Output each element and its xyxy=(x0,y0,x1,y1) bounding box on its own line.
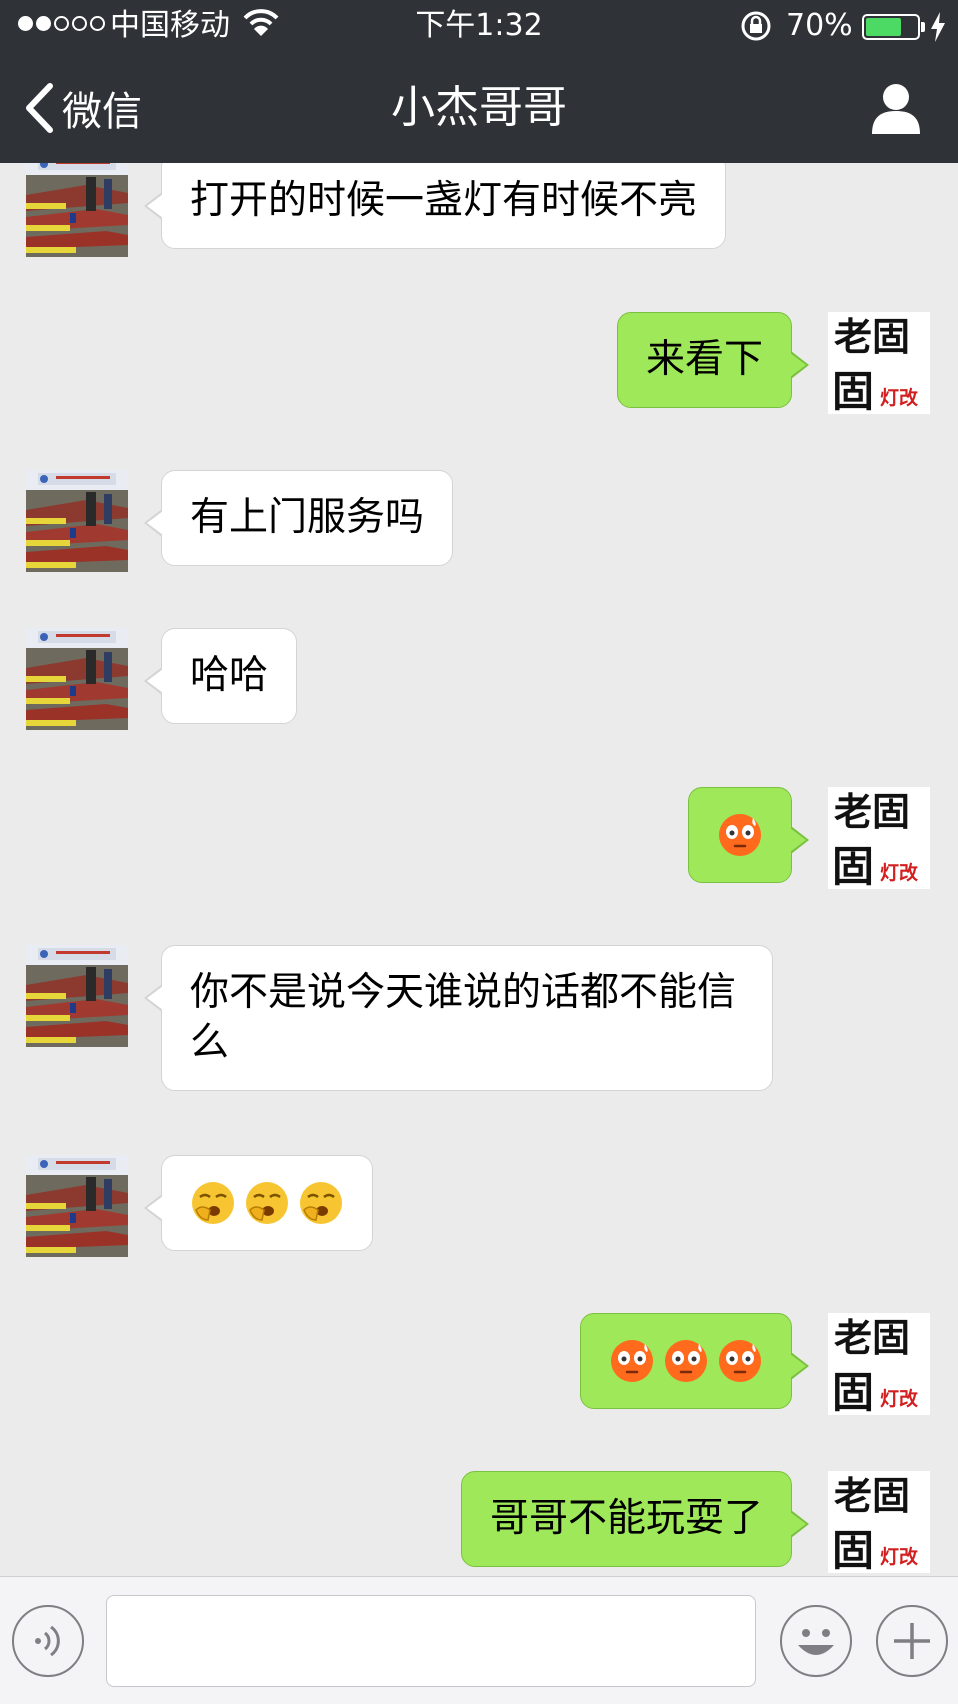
message-text: 来看下 xyxy=(645,337,763,382)
flushed-face-icon xyxy=(663,1338,709,1384)
peer-avatar[interactable] xyxy=(26,163,128,257)
nav-bar: 微信 小杰哥哥 xyxy=(0,52,958,163)
contact-profile-icon[interactable] xyxy=(868,80,924,136)
message-bubble[interactable] xyxy=(688,787,809,883)
charging-bolt-icon xyxy=(931,12,945,42)
voice-icon xyxy=(35,1625,60,1657)
message-text: 哈哈 xyxy=(190,653,269,698)
peer-avatar[interactable] xyxy=(26,628,128,730)
yawning-face-icon xyxy=(298,1180,344,1226)
chat-title: 小杰哥哥 xyxy=(391,82,567,133)
battery-tip xyxy=(921,22,925,32)
emoji-row xyxy=(717,810,763,860)
peer-avatar[interactable] xyxy=(26,470,128,572)
logo-avatar-icon xyxy=(828,787,930,889)
battery-icon xyxy=(862,14,920,40)
battery-level xyxy=(866,18,901,36)
message-text: 打开的时候一盏灯有时候不亮 xyxy=(190,178,698,223)
message-input[interactable] xyxy=(106,1595,756,1687)
logo-avatar-icon xyxy=(828,312,930,414)
photo-avatar-icon xyxy=(26,163,128,257)
plus-icon xyxy=(894,1623,930,1659)
my-avatar[interactable] xyxy=(828,1313,930,1415)
message-text: 你不是说今天谁说的话都不能信么 xyxy=(190,970,737,1065)
peer-avatar[interactable] xyxy=(26,945,128,1047)
photo-avatar-icon xyxy=(26,470,128,572)
chat-area[interactable]: 打开的时候一盏灯有时候不亮 来看下 有上门服务吗 哈哈 你不是说今天谁说的话都不… xyxy=(0,163,958,1576)
rotation-lock-icon xyxy=(741,11,771,41)
top-bar: 中国移动 下午1:32 70% 微信 小杰哥哥 xyxy=(0,0,958,163)
more-options-button[interactable] xyxy=(876,1605,948,1677)
voice-input-button[interactable] xyxy=(12,1605,84,1677)
flushed-face-icon xyxy=(717,1338,763,1384)
emoji-row xyxy=(190,1178,344,1228)
smiley-icon xyxy=(798,1629,834,1655)
input-bar xyxy=(0,1576,958,1704)
message-text: 有上门服务吗 xyxy=(190,495,425,540)
message-bubble[interactable]: 你不是说今天谁说的话都不能信么 xyxy=(144,945,773,1091)
message-bubble[interactable] xyxy=(580,1313,809,1409)
message-bubble[interactable]: 哥哥不能玩耍了 xyxy=(460,1471,809,1567)
my-avatar[interactable] xyxy=(828,787,930,889)
yawning-face-icon xyxy=(190,1180,236,1226)
photo-avatar-icon xyxy=(26,1155,128,1257)
flushed-face-icon xyxy=(717,812,763,858)
flushed-face-icon xyxy=(609,1338,655,1384)
logo-avatar-icon xyxy=(828,1313,930,1415)
message-bubble[interactable]: 哈哈 xyxy=(144,628,298,724)
peer-avatar[interactable] xyxy=(26,1155,128,1257)
photo-avatar-icon xyxy=(26,628,128,730)
photo-avatar-icon xyxy=(26,945,128,1047)
status-bar: 中国移动 下午1:32 70% xyxy=(0,0,958,52)
message-bubble[interactable]: 有上门服务吗 xyxy=(144,470,454,566)
battery-percent: 70% xyxy=(786,8,853,43)
emoji-button[interactable] xyxy=(780,1605,852,1677)
my-avatar[interactable] xyxy=(828,312,930,414)
message-bubble[interactable] xyxy=(144,1155,373,1251)
my-avatar[interactable] xyxy=(828,1471,930,1573)
yawning-face-icon xyxy=(244,1180,290,1226)
logo-avatar-icon xyxy=(828,1471,930,1573)
message-text: 哥哥不能玩耍了 xyxy=(489,1496,763,1541)
emoji-row xyxy=(609,1336,763,1386)
message-bubble[interactable]: 来看下 xyxy=(616,312,809,408)
message-bubble[interactable]: 打开的时候一盏灯有时候不亮 xyxy=(144,163,727,249)
